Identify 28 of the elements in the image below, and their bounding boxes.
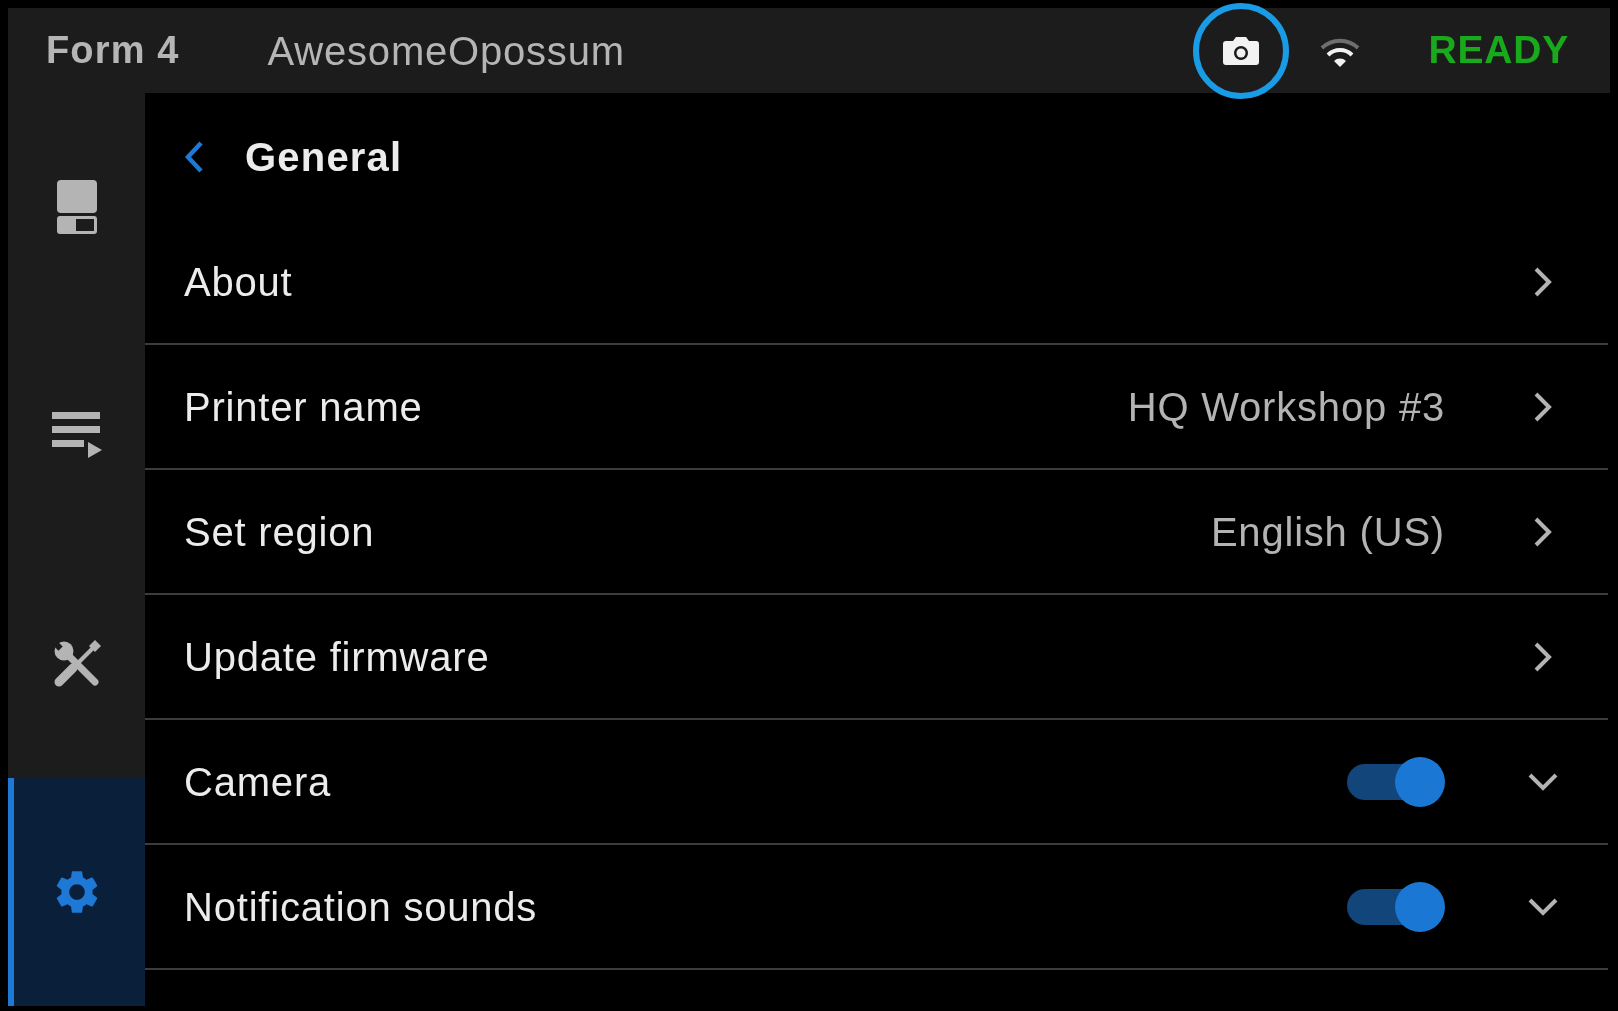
setting-label: Camera [184, 758, 332, 806]
toggle-switch[interactable] [1347, 881, 1445, 932]
chevron-right-icon[interactable] [1533, 640, 1553, 673]
chevron-down-icon[interactable] [1527, 896, 1559, 917]
sidebar-item[interactable] [8, 777, 145, 1006]
setting-value: English (US) [1210, 508, 1445, 556]
chevron-down-icon[interactable] [1527, 771, 1559, 792]
chevron-left-icon [183, 139, 205, 174]
wrench-screwdriver-icon [52, 639, 101, 688]
camera-button[interactable] [1222, 36, 1259, 65]
setting-label: About [184, 258, 293, 306]
setting-label: Printer name [184, 383, 423, 431]
printer-icon [56, 180, 97, 235]
camera-icon [1222, 36, 1259, 65]
back-button[interactable] [183, 139, 205, 174]
page-title: General [245, 133, 403, 181]
setting-label: Set region [184, 508, 375, 556]
setting-label: Update firmware [184, 633, 490, 681]
toggle-switch[interactable] [1347, 756, 1445, 807]
printer-model: Form 4 [46, 28, 180, 73]
chevron-right-icon[interactable] [1533, 515, 1553, 548]
chevron-right-icon[interactable] [1533, 265, 1553, 298]
chevron-right-icon[interactable] [1533, 390, 1553, 423]
printer-name: AwesomeOpossum [267, 27, 625, 75]
status-label: READY [1428, 27, 1569, 74]
list-play-icon [51, 412, 102, 459]
setting-label: Notification sounds [184, 883, 538, 931]
setting-value: HQ Workshop #3 [1127, 383, 1445, 431]
